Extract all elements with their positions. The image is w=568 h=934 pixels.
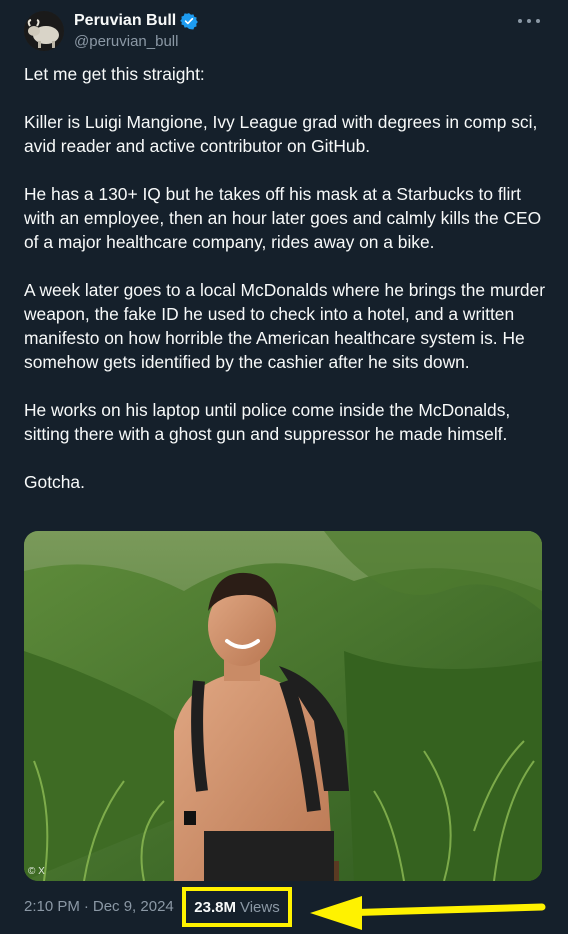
tweet-metadata: 2:10 PM · Dec 9, 2024 bbox=[24, 898, 174, 915]
tweet-photo[interactable]: © X bbox=[24, 531, 542, 881]
arrow-left-icon bbox=[310, 896, 546, 930]
media-watermark: © X bbox=[28, 866, 45, 877]
author-display-name[interactable]: Peruvian Bull bbox=[74, 12, 176, 30]
tweet-paragraph: He works on his laptop until police come… bbox=[24, 400, 516, 444]
verified-badge-icon[interactable] bbox=[180, 12, 199, 30]
tweet-date[interactable]: Dec 9, 2024 bbox=[93, 898, 174, 915]
views-count: 23.8M bbox=[194, 898, 236, 916]
tweet-time[interactable]: 2:10 PM bbox=[24, 898, 80, 915]
bull-avatar-icon bbox=[24, 11, 64, 51]
tweet-paragraph: Killer is Luigi Mangione, Ivy League gra… bbox=[24, 112, 543, 156]
tweet-text: Let me get this straight: Killer is Luig… bbox=[24, 62, 546, 518]
author-name-row: Peruvian Bull bbox=[74, 12, 199, 30]
author-handle[interactable]: @peruvian_bull bbox=[74, 33, 178, 50]
tweet-paragraph: A week later goes to a local McDonalds w… bbox=[24, 280, 550, 372]
meta-separator: · bbox=[83, 898, 89, 915]
hiker-photo-image bbox=[24, 531, 542, 881]
views-highlight-box[interactable]: 23.8M Views bbox=[182, 887, 292, 927]
tweet-paragraph: Let me get this straight: bbox=[24, 64, 205, 84]
avatar[interactable] bbox=[24, 11, 64, 51]
tweet-paragraph: Gotcha. bbox=[24, 472, 85, 492]
tweet-paragraph: He has a 130+ IQ but he takes off his ma… bbox=[24, 184, 547, 252]
views-label: Views bbox=[239, 898, 280, 916]
more-options-icon[interactable] bbox=[518, 14, 540, 28]
tweet: Peruvian Bull @peruvian_bull Let me get … bbox=[0, 0, 568, 934]
